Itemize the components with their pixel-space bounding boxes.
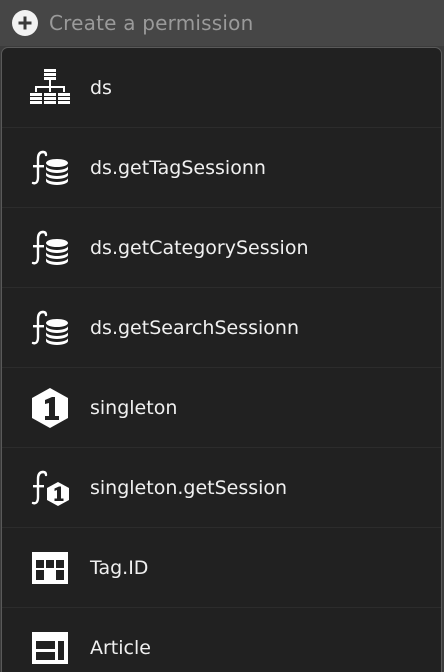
function-database-icon xyxy=(28,146,72,190)
function-database-icon xyxy=(28,306,72,350)
list-item-tag-id[interactable]: Tag.ID xyxy=(2,528,441,608)
list-item-label: ds xyxy=(90,76,112,99)
function-hexagon-one-icon xyxy=(28,466,72,510)
layout-panel-icon xyxy=(28,626,72,670)
function-database-icon xyxy=(28,226,72,270)
list-item-ds-getcategorysession[interactable]: ds.getCategorySession xyxy=(2,208,441,288)
list-item-singleton[interactable]: singleton xyxy=(2,368,441,448)
plus-circle-icon xyxy=(12,10,38,36)
permission-picker: Create a permission ds ds.getTagSessionn… xyxy=(0,0,444,672)
list-item-label: ds.getSearchSessionn xyxy=(90,316,300,339)
list-item-label: singleton xyxy=(90,396,178,419)
sitemap-icon xyxy=(28,66,72,110)
create-permission-label: Create a permission xyxy=(49,11,254,35)
list-item-label: Tag.ID xyxy=(90,556,149,579)
list-item-label: ds.getCategorySession xyxy=(90,236,309,259)
list-item-ds-getsearchsessionn[interactable]: ds.getSearchSessionn xyxy=(2,288,441,368)
create-permission-button[interactable]: Create a permission xyxy=(0,0,444,46)
permission-list: ds ds.getTagSessionn ds.getCategorySessi… xyxy=(1,47,442,672)
list-item-article[interactable]: Article xyxy=(2,608,441,672)
hexagon-one-icon xyxy=(28,386,72,430)
list-item-ds[interactable]: ds xyxy=(2,48,441,128)
list-item-singleton-getsession[interactable]: singleton.getSession xyxy=(2,448,441,528)
list-item-ds-gettagsessionn[interactable]: ds.getTagSessionn xyxy=(2,128,441,208)
list-item-label: ds.getTagSessionn xyxy=(90,156,266,179)
list-item-label: singleton.getSession xyxy=(90,476,288,499)
list-item-label: Article xyxy=(90,636,151,659)
table-icon xyxy=(28,546,72,590)
